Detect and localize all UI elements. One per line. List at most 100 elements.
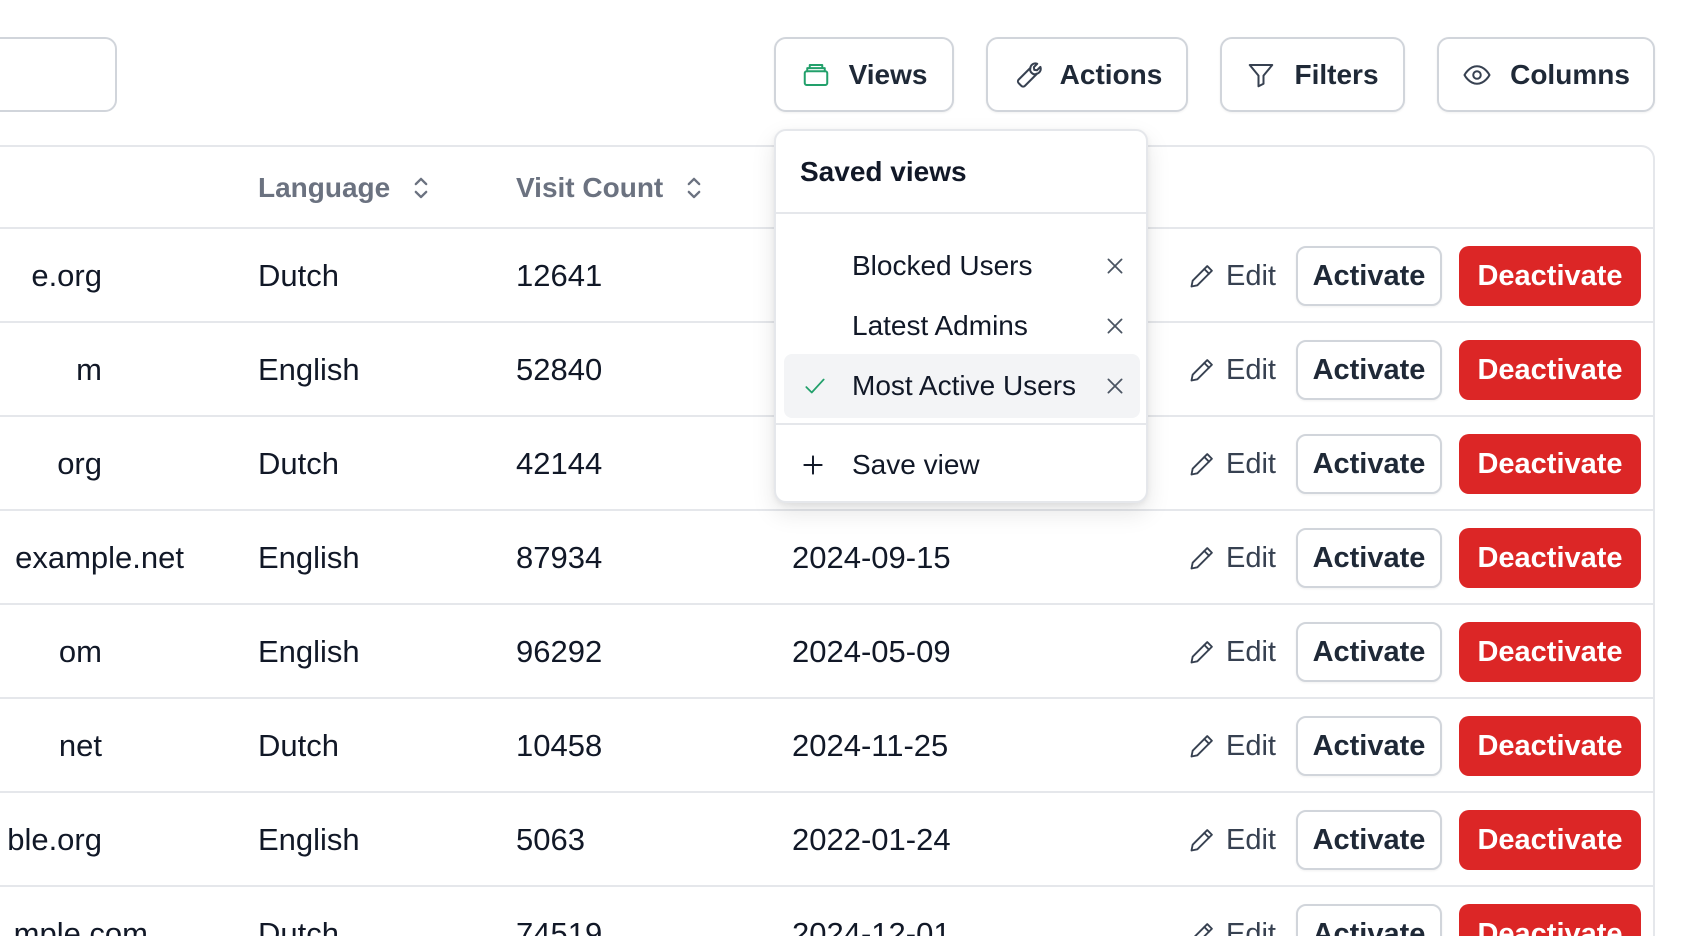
cell-date: 2024-09-15 <box>792 540 951 575</box>
edit-button[interactable]: Edit <box>1188 605 1276 699</box>
saved-view-label: Blocked Users <box>852 250 1033 281</box>
cell-email: org <box>57 446 102 481</box>
column-header-visit-count[interactable]: Visit Count <box>516 147 705 229</box>
columns-button-label: Columns <box>1510 58 1630 90</box>
deactivate-button[interactable]: Deactivate <box>1459 716 1641 776</box>
saved-views-dropdown: Saved views Blocked Users Latest Admins … <box>774 129 1148 503</box>
edit-button[interactable]: Edit <box>1188 229 1276 323</box>
divider <box>776 212 1146 214</box>
cell-email: e.org <box>31 258 102 293</box>
saved-view-latest-admins[interactable]: Latest Admins <box>784 294 1140 358</box>
columns-button[interactable]: Columns <box>1437 37 1655 112</box>
activate-button[interactable]: Activate <box>1296 622 1442 682</box>
cell-email: example.net <box>15 540 184 575</box>
saved-view-blocked-users[interactable]: Blocked Users <box>784 234 1140 298</box>
cell-language: English <box>258 634 360 669</box>
edit-label: Edit <box>1226 729 1276 762</box>
table-row: net Dutch 10458 2024-11-25 Edit Activate Deact… <box>0 699 1653 793</box>
table-row: mple.com Dutch 74519 2024-12-01 Edit Activate… <box>0 887 1653 936</box>
pencil-icon <box>1190 547 1213 570</box>
activate-button[interactable]: Activate <box>1296 716 1442 776</box>
column-header-language-label: Language <box>258 172 391 203</box>
sort-icon <box>414 177 428 199</box>
close-icon[interactable] <box>1104 375 1126 397</box>
edit-button[interactable]: Edit <box>1188 793 1276 887</box>
deactivate-button[interactable]: Deactivate <box>1459 528 1641 588</box>
cell-date: 2022-01-24 <box>792 822 951 857</box>
close-icon[interactable] <box>1104 315 1126 337</box>
actions-button[interactable]: Actions <box>986 37 1188 112</box>
close-icon[interactable] <box>1104 255 1126 277</box>
cell-visit-count: 5063 <box>516 822 585 857</box>
views-button-label: Views <box>848 58 928 90</box>
save-view-button[interactable]: Save view <box>800 427 980 503</box>
cell-language: English <box>258 352 360 387</box>
activate-button[interactable]: Activate <box>1296 246 1442 306</box>
filters-button-label: Filters <box>1294 58 1379 90</box>
pencil-icon <box>1190 265 1213 288</box>
check-icon <box>805 378 825 394</box>
saved-views-title: Saved views <box>800 156 967 187</box>
edit-button[interactable]: Edit <box>1188 887 1276 936</box>
activate-button[interactable]: Activate <box>1296 810 1442 870</box>
table-row: example.net English 87934 2024-09-15 Edit Act… <box>0 511 1653 605</box>
deactivate-button[interactable]: Deactivate <box>1459 340 1641 400</box>
cell-date: 2024-11-25 <box>792 728 949 763</box>
deactivate-button[interactable]: Deactivate <box>1459 810 1641 870</box>
pencil-icon <box>1190 735 1213 758</box>
deactivate-button[interactable]: Deactivate <box>1459 622 1641 682</box>
activate-button[interactable]: Activate <box>1296 904 1442 936</box>
cell-email: net <box>58 728 102 763</box>
views-button[interactable]: Views <box>774 37 954 112</box>
search-input[interactable] <box>0 37 117 112</box>
wrench-icon <box>1016 61 1042 88</box>
pencil-icon <box>1190 829 1213 852</box>
activate-button[interactable]: Activate <box>1296 434 1442 494</box>
filters-button[interactable]: Filters <box>1220 37 1405 112</box>
pencil-icon <box>1190 359 1213 382</box>
cell-visit-count: 42144 <box>516 446 603 481</box>
divider <box>776 423 1146 425</box>
saved-view-label: Most Active Users <box>852 370 1077 401</box>
edit-button[interactable]: Edit <box>1188 417 1276 511</box>
cell-email: m <box>76 352 102 387</box>
cell-date: 2024-12-01 <box>792 916 951 936</box>
saved-view-label: Latest Admins <box>852 310 1028 341</box>
cell-language: English <box>258 822 360 857</box>
cell-visit-count: 10458 <box>516 728 603 763</box>
edit-label: Edit <box>1226 917 1276 936</box>
cell-email: mple.com <box>13 916 148 936</box>
edit-button[interactable]: Edit <box>1188 323 1276 417</box>
edit-button[interactable]: Edit <box>1188 511 1276 605</box>
edit-button[interactable]: Edit <box>1188 699 1276 793</box>
views-icon <box>803 63 828 86</box>
cell-language: English <box>258 540 360 575</box>
cell-language: Dutch <box>258 728 339 763</box>
sort-icon <box>687 177 701 199</box>
funnel-icon <box>1249 63 1274 87</box>
cell-visit-count: 87934 <box>516 540 603 575</box>
saved-view-most-active-users[interactable]: Most Active Users <box>784 354 1140 418</box>
edit-label: Edit <box>1226 259 1276 292</box>
edit-label: Edit <box>1226 447 1276 480</box>
cell-email: ble.org <box>7 822 102 857</box>
table-row: om English 96292 2024-05-09 Edit Activate Deac… <box>0 605 1653 699</box>
edit-label: Edit <box>1226 635 1276 668</box>
edit-label: Edit <box>1226 353 1276 386</box>
column-header-language[interactable]: Language <box>258 147 432 229</box>
activate-button[interactable]: Activate <box>1296 340 1442 400</box>
cell-language: Dutch <box>258 258 339 293</box>
cell-visit-count: 96292 <box>516 634 603 669</box>
save-view-label: Save view <box>852 449 980 480</box>
pencil-icon <box>1190 453 1213 476</box>
cell-visit-count: 74519 <box>516 916 603 936</box>
cell-visit-count: 12641 <box>516 258 603 293</box>
activate-button[interactable]: Activate <box>1296 528 1442 588</box>
edit-label: Edit <box>1226 541 1276 574</box>
deactivate-button[interactable]: Deactivate <box>1459 246 1641 306</box>
cell-email: om <box>58 634 102 669</box>
pencil-icon <box>1194 923 1213 936</box>
deactivate-button[interactable]: Deactivate <box>1459 904 1641 936</box>
deactivate-button[interactable]: Deactivate <box>1459 434 1641 494</box>
eye-icon <box>1463 64 1491 85</box>
